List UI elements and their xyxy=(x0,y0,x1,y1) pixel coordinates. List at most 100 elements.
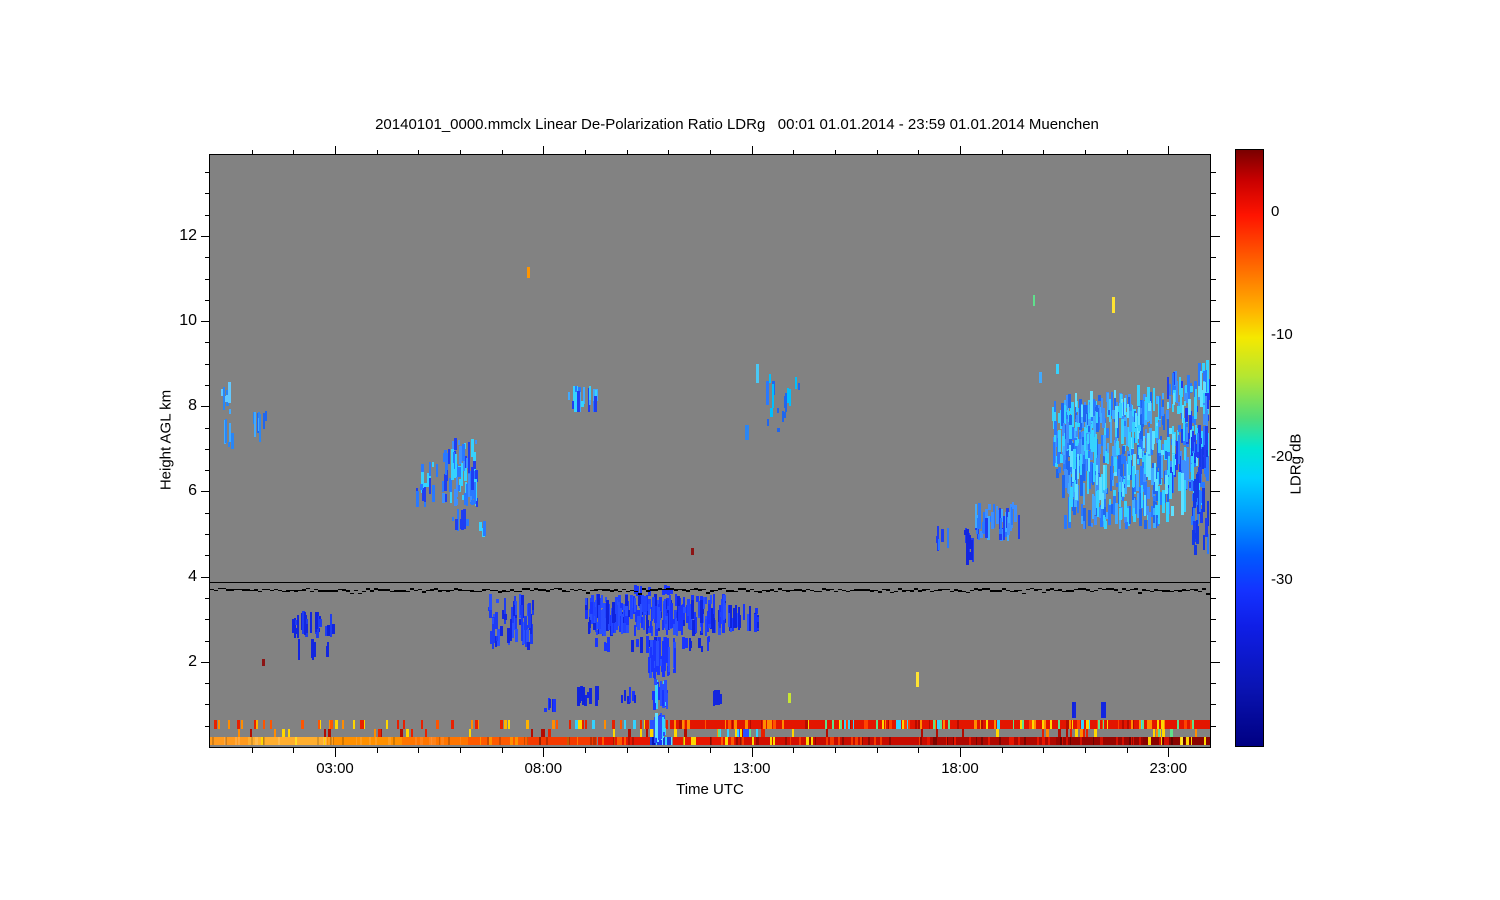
echo-noise xyxy=(773,719,776,729)
echo-streak xyxy=(1054,401,1057,413)
echo-noise xyxy=(359,736,362,746)
echo-noise xyxy=(1166,736,1169,746)
y-minor-tick xyxy=(205,193,210,195)
x-axis-label: Time UTC xyxy=(676,781,744,798)
echo-streak xyxy=(1096,465,1099,485)
echo-tick xyxy=(996,729,1000,737)
x-major-tick xyxy=(543,748,545,757)
noisy-trace-line xyxy=(722,587,726,590)
echo-noise xyxy=(1081,719,1085,729)
y-minor-tick-right xyxy=(1211,214,1216,216)
echo-streak xyxy=(593,622,597,631)
echo-noise xyxy=(1138,719,1142,729)
echo-streak xyxy=(1183,417,1186,442)
echo-streak xyxy=(230,433,234,449)
x-tick-label: 08:00 xyxy=(524,760,563,777)
echo-streak xyxy=(683,606,687,614)
echo-streak xyxy=(310,612,313,633)
y-minor-tick xyxy=(205,342,210,344)
speck-yellow-1655z xyxy=(916,672,919,687)
x-major-tick xyxy=(960,748,961,757)
echo-noise xyxy=(756,736,759,746)
y-minor-tick-right xyxy=(1211,704,1216,706)
echo-tick xyxy=(761,729,764,737)
echo-streak xyxy=(617,595,621,603)
echo-noise xyxy=(952,736,954,746)
echo-streak xyxy=(1136,385,1140,406)
echo-streak xyxy=(1202,370,1206,382)
echo-noise xyxy=(1121,719,1124,729)
echo-noise xyxy=(861,736,864,746)
echo-noise xyxy=(545,736,548,746)
echo-noise xyxy=(459,736,462,746)
echo-streak xyxy=(549,698,552,709)
echo-streak xyxy=(622,622,626,633)
echo-noise xyxy=(1183,719,1187,729)
echo-streak xyxy=(644,598,648,613)
echo-streak xyxy=(496,636,499,641)
x-minor-tick xyxy=(585,748,586,753)
echo-streak xyxy=(1168,476,1171,485)
echo-streak xyxy=(1172,403,1174,413)
echo-streak xyxy=(1146,486,1150,500)
noisy-trace-line xyxy=(702,588,706,591)
echo-streak xyxy=(769,408,773,418)
echo-streak xyxy=(475,439,478,444)
y-minor-tick-right xyxy=(1211,299,1216,301)
echo-streak xyxy=(462,495,465,500)
echo-tick xyxy=(1074,729,1078,737)
echo-streak xyxy=(444,494,447,502)
y-minor-tick-right xyxy=(1211,342,1216,344)
echo-streak xyxy=(1106,428,1110,438)
colorbar xyxy=(1235,149,1264,747)
echo-streak xyxy=(1141,400,1144,424)
echo-noise xyxy=(1176,719,1179,729)
echo-streak xyxy=(291,619,295,633)
echo-streak xyxy=(662,719,665,731)
echo-streak xyxy=(1115,440,1119,456)
echo-streak xyxy=(297,614,300,638)
echo-streak xyxy=(1070,450,1074,468)
x-tick-label: 18:00 xyxy=(941,760,979,777)
echo-noise xyxy=(880,736,882,746)
echo-noise xyxy=(976,736,978,746)
y-minor-tick xyxy=(205,470,210,472)
echo-streak xyxy=(1122,446,1126,455)
echo-noise xyxy=(1138,736,1141,746)
echo-tick xyxy=(386,719,389,729)
echo-streak xyxy=(685,637,689,648)
noisy-trace-line xyxy=(638,593,642,595)
echo-streak xyxy=(1173,392,1176,405)
echo-streak xyxy=(295,620,298,626)
echo-streak xyxy=(1191,516,1194,525)
echo-tick xyxy=(301,719,305,729)
echo-noise xyxy=(1023,736,1026,746)
noisy-trace-line xyxy=(878,591,882,593)
echo-streak xyxy=(444,465,447,476)
echo-streak xyxy=(228,441,231,448)
echo-streak xyxy=(1011,502,1014,509)
echo-streak xyxy=(1110,419,1113,444)
echo-streak xyxy=(589,602,593,615)
echo-noise xyxy=(939,719,943,729)
echo-streak xyxy=(766,381,770,405)
echo-streak xyxy=(1189,385,1193,392)
echo-tick xyxy=(574,719,578,729)
echo-noise xyxy=(968,736,972,746)
ground-echo-row xyxy=(247,736,327,746)
echo-tick xyxy=(646,719,649,729)
echo-streak xyxy=(264,410,267,422)
x-minor-tick-top xyxy=(1126,150,1128,155)
colorbar-tick-label: -20 xyxy=(1271,448,1293,466)
noisy-trace-line xyxy=(582,589,586,592)
echo-noise xyxy=(845,719,848,729)
echo-streak xyxy=(1062,474,1066,499)
echo-streak xyxy=(1126,404,1129,418)
echo-streak xyxy=(1153,514,1156,524)
echo-tick xyxy=(745,729,749,737)
x-minor-tick xyxy=(376,748,378,753)
echo-noise xyxy=(898,719,901,729)
echo-noise xyxy=(1050,719,1052,729)
echo-streak xyxy=(692,619,696,636)
echo-tick xyxy=(727,729,730,737)
